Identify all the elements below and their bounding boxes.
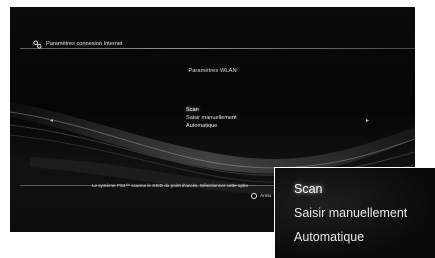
- header-title: Paramètres connexion Internet: [46, 41, 123, 47]
- circle-button-icon: [251, 193, 257, 199]
- figure: Paramètres connexion Internet Paramètres…: [0, 0, 435, 258]
- option-scan[interactable]: Scan: [186, 106, 237, 114]
- left-arrow-icon: ◂: [50, 118, 54, 124]
- back-label: Annu: [260, 193, 272, 199]
- dialog-title: Paramètres WLAN: [188, 68, 237, 74]
- right-arrow-icon: ▸: [366, 118, 370, 124]
- option-manual[interactable]: Saisir manuellement: [186, 114, 237, 122]
- header-divider: [20, 48, 415, 49]
- zoom-option-automatic[interactable]: Automatique: [294, 230, 364, 244]
- options-menu: Scan Saisir manuellement Automatique: [186, 106, 237, 130]
- back-button[interactable]: Annu: [251, 193, 271, 199]
- zoom-option-scan[interactable]: Scan: [294, 182, 323, 196]
- option-automatic[interactable]: Automatique: [186, 122, 237, 130]
- zoom-option-manual[interactable]: Saisir manuellement: [294, 206, 407, 220]
- zoom-callout: Scan Saisir manuellement Automatique: [274, 167, 435, 258]
